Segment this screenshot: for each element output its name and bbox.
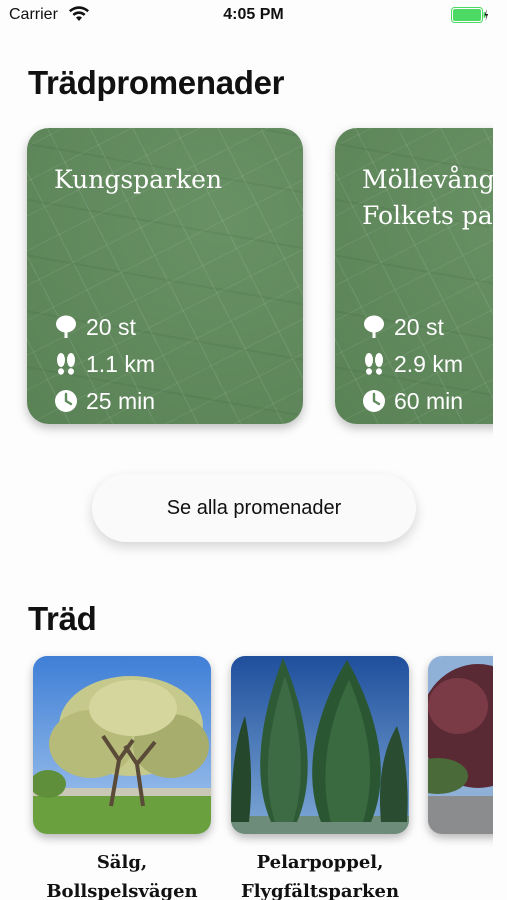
tree-label: Sälg, Bollspelsvägen: [46, 852, 198, 900]
walks-carousel[interactable]: Kungsparken 20 st 1.1 km 25 min Möllevån…: [0, 120, 493, 440]
tree-label: Bl Spån: [428, 848, 493, 900]
battery-icon: [451, 7, 488, 23]
see-all-walks-button[interactable]: Se alla promenader: [92, 474, 416, 542]
walk-card-kungsparken[interactable]: Kungsparken 20 st 1.1 km 25 min: [27, 128, 303, 424]
footsteps-icon: [362, 352, 386, 376]
purple-tree-photo: [428, 656, 493, 834]
tree-icon: [54, 315, 78, 339]
walks-section-title: Trädpromenader: [28, 64, 285, 101]
poplar-photo: [231, 656, 409, 834]
walk-duration-value: 25 min: [86, 387, 156, 414]
walk-card-mollevangen[interactable]: Möllevånge Folkets par 20 st 2.9 km 60 m…: [335, 128, 493, 424]
walk-tree-count-value: 20 st: [394, 313, 444, 340]
walk-distance-value: 1.1 km: [86, 350, 156, 377]
walk-distance-value: 2.9 km: [394, 350, 464, 377]
walk-name: Möllevånge Folkets par: [362, 165, 493, 230]
willow-photo: [33, 656, 211, 834]
trees-carousel[interactable]: Sälg, Bollspelsvägen Pelarpoppel, Flygfä…: [0, 650, 493, 900]
trees-section-title: Träd: [28, 600, 97, 637]
clock-icon: [362, 389, 386, 413]
tree-icon: [362, 315, 386, 339]
walk-duration: 25 min: [54, 386, 155, 416]
clock-time: 4:05 PM: [223, 6, 284, 23]
walk-tree-count: 20 st: [362, 312, 444, 342]
status-bar: Carrier 4:05 PM: [0, 0, 507, 30]
footsteps-icon: [54, 352, 78, 376]
tree-card-pelarpoppel[interactable]: Pelarpoppel, Flygfältsparken: [231, 656, 409, 900]
walk-duration-value: 60 min: [394, 387, 464, 414]
tree-card-third[interactable]: Bl Spån: [428, 656, 493, 900]
walk-name: Kungsparken: [54, 165, 223, 194]
walk-tree-count-value: 20 st: [86, 313, 136, 340]
tree-label: Pelarpoppel, Flygfältsparken: [240, 852, 400, 900]
walk-duration: 60 min: [362, 386, 463, 416]
walk-tree-count: 20 st: [54, 312, 136, 342]
walk-distance: 1.1 km: [54, 349, 155, 379]
walk-distance: 2.9 km: [362, 349, 463, 379]
clock-icon: [54, 389, 78, 413]
tree-card-salg[interactable]: Sälg, Bollspelsvägen: [33, 656, 211, 900]
